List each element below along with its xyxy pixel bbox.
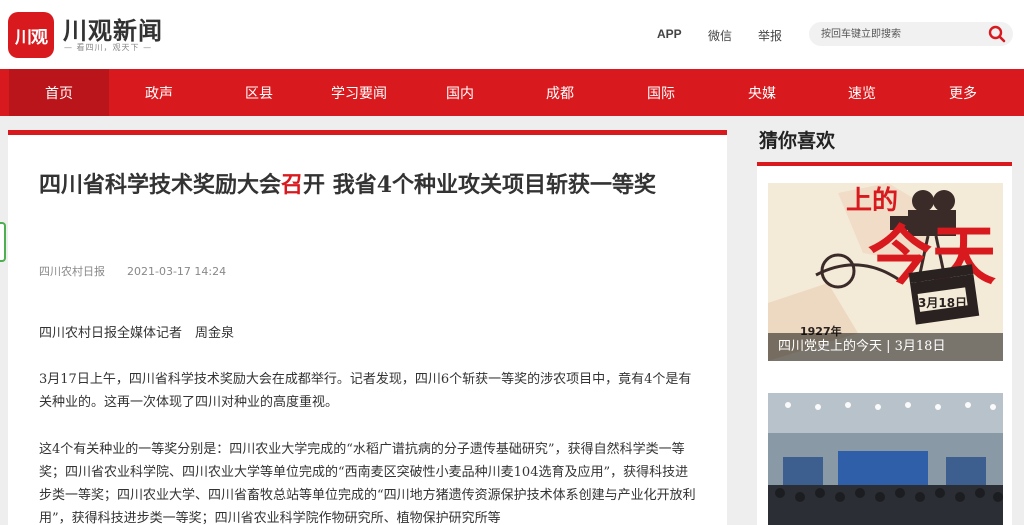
main-nav: 首页 政声 区县 学习要闻 国内 成都 国际 央媒 速览 更多 [0, 69, 1024, 116]
history-art-small: 上的 [846, 185, 898, 216]
site-header: 川观 川观新闻 — 看四川，观天下 — APP 微信 举报 [0, 0, 1024, 69]
report-link[interactable]: 举报 [758, 27, 782, 44]
sidebar-title: 猜你喜欢 [759, 130, 836, 152]
article-title-part3: 开 我省4个种业攻关项目斩获一等奖 [303, 172, 656, 198]
article-meta: 四川农村日报 2021-03-17 14:24 [39, 263, 248, 279]
article-paragraph: 3月17日上午，四川省科学技术奖励大会在成都举行。记者发现，四川6个斩获一等奖的… [39, 372, 692, 410]
article-title-part2: 召 [281, 172, 304, 198]
conference-hall-image [768, 393, 1003, 525]
article-source: 四川农村日报 [39, 265, 105, 278]
history-date-tag: 3月18日 [918, 296, 967, 310]
search-icon[interactable] [988, 25, 1006, 43]
article-title: 四川省科学技术奖励大会召开 我省4个种业攻关项目斩获一等奖 [39, 159, 699, 211]
logo-badge[interactable]: 川观 [8, 12, 54, 58]
recommend-card-history[interactable]: 今天 上的 3月18日 1927年 四川党史上的今天 | 3月18日 [768, 183, 1003, 361]
recommend-card-conference[interactable] [768, 393, 1003, 525]
article-datetime: 2021-03-17 14:24 [127, 265, 227, 278]
article-byline: 四川农村日报全媒体记者 周金泉 [39, 326, 235, 341]
nav-item-districts[interactable]: 区县 [209, 69, 309, 116]
nav-item-home[interactable]: 首页 [9, 69, 109, 116]
nav-item-domestic[interactable]: 国内 [410, 69, 510, 116]
article-paragraph: 这4个有关种业的一等奖分别是：四川农业大学完成的“水稻广谱抗病的分子遗传基础研究… [39, 442, 696, 525]
logo-name[interactable]: 川观新闻 [63, 11, 163, 46]
nav-item-international[interactable]: 国际 [611, 69, 711, 116]
nav-item-politics[interactable]: 政声 [109, 69, 209, 116]
nav-item-quick-view[interactable]: 速览 [812, 69, 912, 116]
article-panel: 四川省科学技术奖励大会召开 我省4个种业攻关项目斩获一等奖 四川农村日报 2021… [8, 130, 727, 525]
search-input[interactable] [821, 26, 981, 42]
logo-slogan: — 看四川，观天下 — [64, 43, 153, 52]
app-link[interactable]: APP [657, 27, 682, 41]
feedback-tab[interactable] [0, 222, 6, 262]
nav-item-study-news[interactable]: 学习要闻 [309, 69, 409, 116]
nav-item-central-media[interactable]: 央媒 [712, 69, 812, 116]
logo-badge-text: 川观 [15, 27, 48, 48]
article-title-part1: 四川省科学技术奖励大会 [39, 172, 282, 198]
wechat-link[interactable]: 微信 [708, 27, 732, 44]
nav-item-chengdu[interactable]: 成都 [510, 69, 610, 116]
nav-item-more[interactable]: 更多 [913, 69, 1013, 116]
clapperboard-icon [908, 264, 980, 325]
search-box [809, 22, 1013, 46]
history-card-caption: 四川党史上的今天 | 3月18日 [768, 333, 1003, 361]
